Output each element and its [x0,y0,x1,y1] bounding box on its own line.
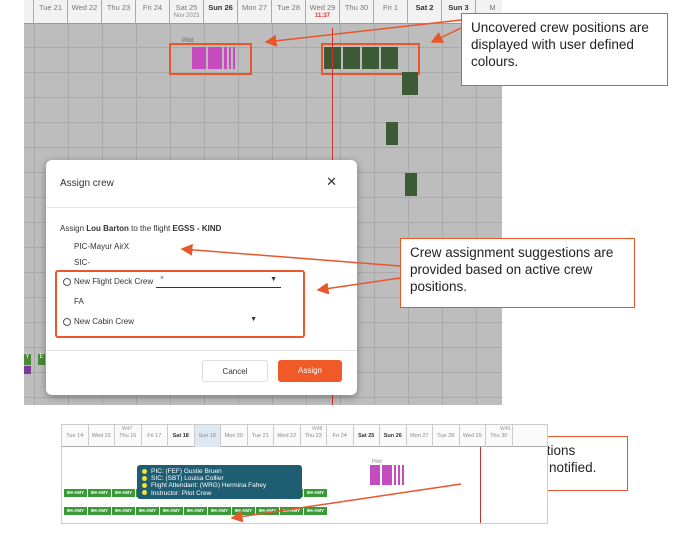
close-icon[interactable]: ✕ [326,174,337,190]
calendar-day: Wed 29 11:37 [306,0,340,24]
calendar-day: 8 [24,0,34,24]
flight-bar[interactable]: 9H-AMY [136,507,160,515]
crew-name: Lou Barton [86,224,129,233]
pic-position: PIC-Mayur AirX [74,242,130,251]
flight-bar[interactable] [386,122,398,145]
grid-row-line [24,147,502,148]
divider [46,350,357,351]
calendar-day: Thu 30 [340,0,374,24]
week-label: W47 [122,426,133,432]
assign-button[interactable]: Assign [278,360,342,382]
tooltip-line: Instructor: Pilot Crew [151,489,212,497]
tooltip-line: PIC: (FEF) Gustie Bruen [151,468,222,475]
pilot-row: Pilot [24,37,502,47]
calendar-day: Mon 27 [407,425,433,447]
calendar-day: Wed 29 [460,425,486,447]
flight-bar[interactable]: 9H-AMY [232,507,256,515]
calendar-day: Mon 20 [221,425,248,447]
flight-bar[interactable]: 9H-AMY [64,507,88,515]
highlight-box [321,43,420,75]
calendar-day: Tue 28 [433,425,460,447]
assign-description: Assign Lou Barton to the flight EGSS - K… [60,224,221,233]
crew-tooltip: PIC: (FEF) Gustie Bruen SIC: (SBT) Louis… [137,465,302,499]
flight-bar[interactable]: 9H-AMY [112,489,136,497]
calendar-day: Sat 18 [168,425,195,447]
calendar-day: Sun 26 [204,0,238,24]
uncovered-position-bar[interactable] [402,465,404,485]
grid-row-line [24,397,502,398]
calendar-day: Fri 24 [136,0,170,24]
calendar-day: Sat 25 [354,425,380,447]
tooltip-line: SIC: (SBT) Louisa Collier [151,475,224,483]
calendar-day: Sat 25 Nov 2023 [170,0,204,24]
flight-bar[interactable]: 9H-AMY [88,507,112,515]
calendar-day: Mon 27 [238,0,272,24]
grid-row-line [24,122,502,123]
status-dot [142,469,147,474]
calendar-day: Fri 24 [327,425,354,447]
calendar-day: Tue 21 [248,425,274,447]
week-label: W49 [500,426,511,432]
calendar-header: Tue 14 Wed 15 Thu 16 Fri 17 Sat 18 Sun 19 Mon … [62,425,547,447]
calendar-day: Fri 17 [142,425,168,447]
flight-bar[interactable]: 9H-AMY [208,507,232,515]
current-time-line [480,447,481,523]
bottom-scheduler: Tue 14 Wed 15 Thu 16 Fri 17 Sat 18 Sun 19 Mon … [61,424,548,524]
grid-row-line [24,47,502,48]
week-label: W48 [312,426,323,432]
uncovered-position-bar[interactable] [382,465,392,485]
callout-uncovered: Uncovered crew positions are displayed w… [461,13,668,86]
calendar-day: Sun 26 [380,425,407,447]
calendar-day: Sun 19 [194,425,221,447]
calendar-day: Tue 21 [34,0,68,24]
flight-bar[interactable]: 9H-AMY [256,507,280,515]
cancel-button[interactable]: Cancel [202,360,268,382]
sic-position: SIC- [74,258,90,267]
callout-suggestions: Crew assignment suggestions are provided… [400,238,635,308]
flight-bar[interactable]: 9H-AMY [184,507,208,515]
uncovered-position-bar[interactable] [398,465,400,485]
flight-bar[interactable]: 9H-AMY [304,489,328,497]
row-tag-marker [24,366,31,374]
flight-bar[interactable]: 9H-AMY [112,507,136,515]
uncovered-position-bar[interactable] [394,465,396,485]
calendar-day: Wed 22 [68,0,102,24]
uncovered-position-bar[interactable] [370,465,380,485]
flight-bar[interactable] [402,72,418,95]
flight-route: EGSS - KIND [172,224,222,233]
calendar-day: Tue 28 [272,0,306,24]
grid-row-line [24,72,502,73]
calendar-day-sub: Nov 2023 [173,13,200,19]
highlight-box [55,270,305,338]
flight-bar[interactable]: 9H-AMY [160,507,184,515]
highlight-box [169,43,252,75]
calendar-day: Tue 14 [62,425,89,447]
status-dot [142,476,147,481]
flight-bar[interactable]: 9H-AMY [64,489,88,497]
row-tag: Y [24,354,31,365]
flight-bar[interactable]: 9H-AMY [304,507,328,515]
dialog-title: Assign crew [60,178,114,189]
status-dot [142,483,147,488]
calendar-day: Wed 22 [274,425,301,447]
calendar-day: Thu 23 [102,0,136,24]
grid-row-line [24,97,502,98]
row-tag: E [38,354,45,365]
calendar-day: Wed 15 [89,425,115,447]
calendar-day: Sat 2 [408,0,442,24]
tooltip-line: Flight Attendant: (WRG) Hermina Fahey [151,482,267,490]
calendar-day: Fri 1 [374,0,408,24]
divider [46,207,357,208]
flight-bar[interactable] [405,173,417,196]
flight-bar[interactable]: 9H-AMY [280,507,304,515]
assign-middle: to the flight [128,224,173,233]
status-dot [142,490,147,495]
calendar-header: 8Tue 21Wed 22Thu 23Fri 24Sat 25Nov 2023S… [24,0,502,24]
calendar-day-sub: 11:37 [314,13,330,19]
assign-prefix: Assign [60,224,87,233]
flight-bar[interactable]: 9H-AMY [88,489,112,497]
